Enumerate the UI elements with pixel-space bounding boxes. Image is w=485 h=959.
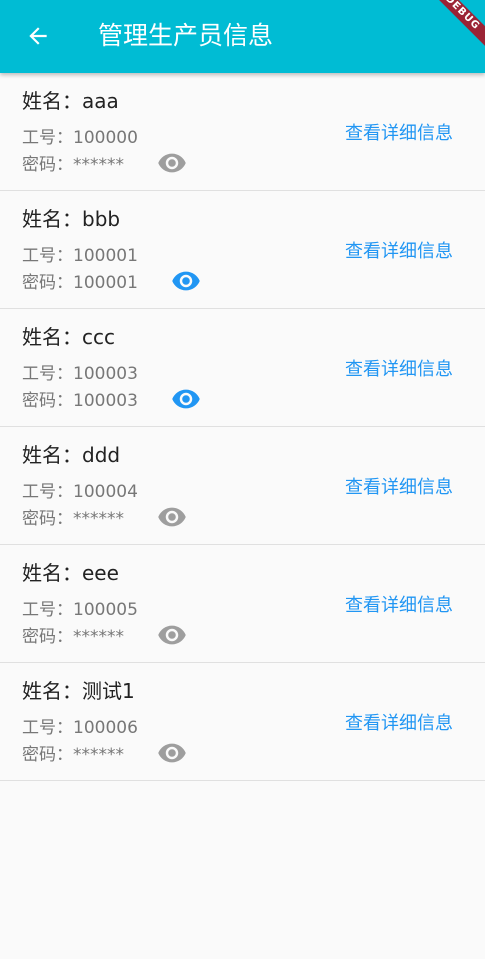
employee-name: 姓名：ddd [22,443,121,467]
employee-work-number: 工号：100003 [22,364,138,384]
list-item: 姓名：bbb 工号：100001 密码：100001 查看详细信息 [0,191,485,309]
view-details-link[interactable]: 查看详细信息 [345,357,453,383]
employee-work-number: 工号：100005 [22,600,138,620]
toggle-password-button[interactable] [170,387,202,411]
list-item: 姓名：测试1 工号：100006 密码：****** 查看详细信息 [0,663,485,781]
list-item: 姓名：ddd 工号：100004 密码：****** 查看详细信息 [0,427,485,545]
employee-name: 姓名：aaa [22,89,119,113]
eye-icon [158,507,186,527]
employee-work-number: 工号：100001 [22,246,138,266]
view-details-link[interactable]: 查看详细信息 [345,475,453,501]
employee-password: 密码：100003 [22,391,138,411]
employee-name: 姓名：ccc [22,325,115,349]
employee-password: 密码：100001 [22,273,138,293]
employee-name: 姓名：bbb [22,207,121,231]
toggle-password-button[interactable] [156,505,188,529]
employee-password: 密码：****** [22,627,124,647]
employee-list: 姓名：aaa 工号：100000 密码：****** 查看详细信息 姓名：bbb… [0,73,485,781]
eye-icon [172,389,200,409]
toggle-password-button[interactable] [170,269,202,293]
back-button[interactable] [22,20,54,52]
employee-password: 密码：****** [22,155,124,175]
list-item: 姓名：ccc 工号：100003 密码：100003 查看详细信息 [0,309,485,427]
list-item: 姓名：aaa 工号：100000 密码：****** 查看详细信息 [0,73,485,191]
toggle-password-button[interactable] [156,741,188,765]
toggle-password-button[interactable] [156,151,188,175]
page-title: 管理生产员信息 [98,21,274,50]
view-details-link[interactable]: 查看详细信息 [345,121,453,147]
employee-work-number: 工号：100004 [22,482,138,502]
eye-icon [158,153,186,173]
toggle-password-button[interactable] [156,623,188,647]
view-details-link[interactable]: 查看详细信息 [345,711,453,737]
eye-icon [158,743,186,763]
list-item: 姓名：eee 工号：100005 密码：****** 查看详细信息 [0,545,485,663]
employee-password: 密码：****** [22,509,124,529]
debug-banner-label: DEBUG [425,0,485,50]
view-details-link[interactable]: 查看详细信息 [345,239,453,265]
debug-banner: DEBUG [425,0,485,60]
app-bar: 管理生产员信息 [0,0,485,73]
employee-name: 姓名：eee [22,561,119,585]
employee-work-number: 工号：100000 [22,128,138,148]
view-details-link[interactable]: 查看详细信息 [345,593,453,619]
eye-icon [158,625,186,645]
employee-work-number: 工号：100006 [22,718,138,738]
arrow-back-icon [29,27,47,45]
employee-name: 姓名：测试1 [22,679,135,703]
eye-icon [172,271,200,291]
employee-password: 密码：****** [22,745,124,765]
